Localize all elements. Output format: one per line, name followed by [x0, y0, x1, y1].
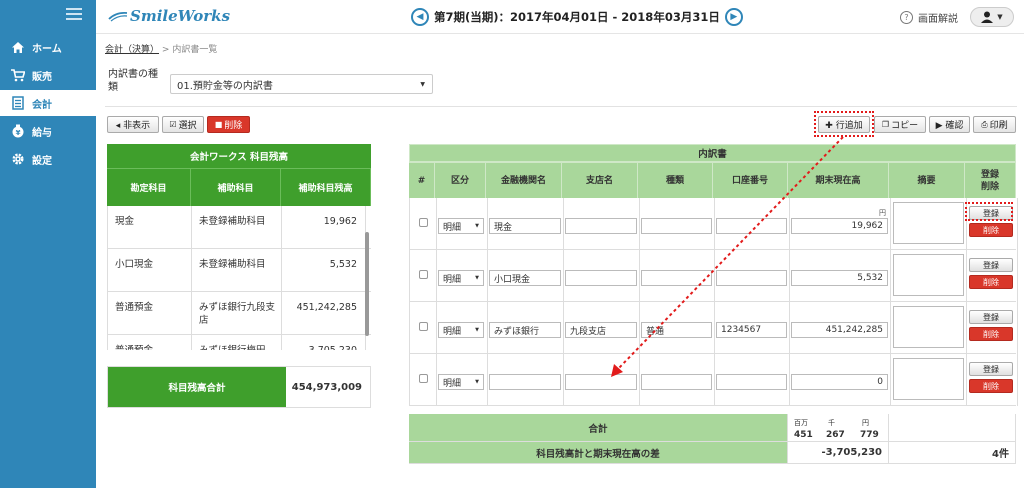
annotation-arrow — [611, 136, 844, 377]
